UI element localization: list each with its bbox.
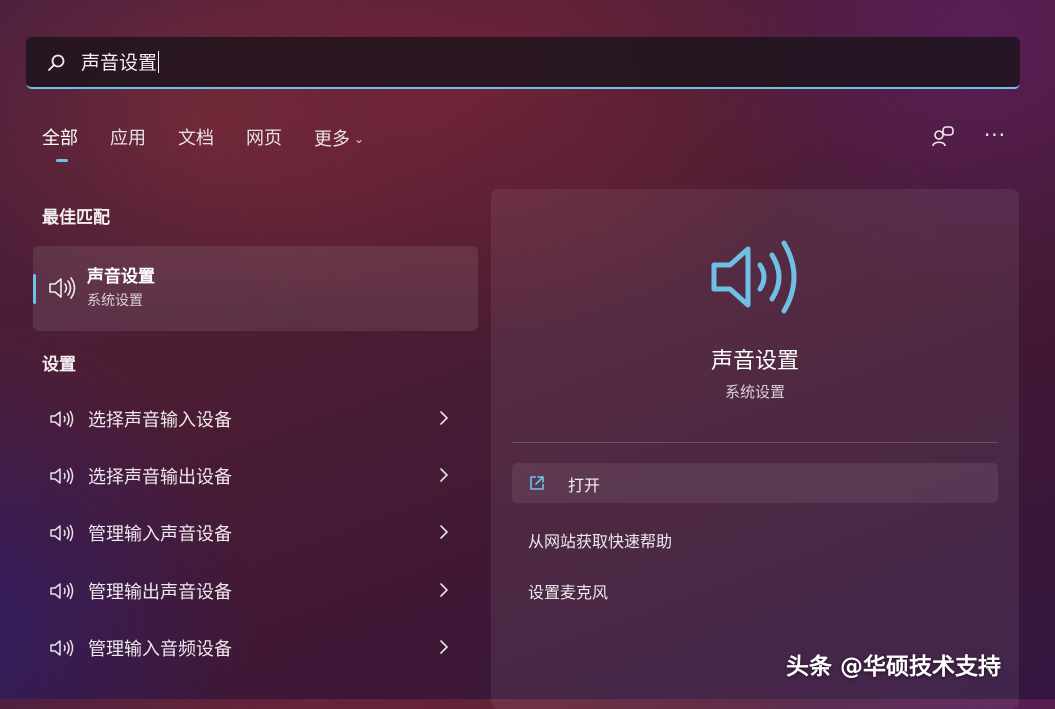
search-icon: [48, 54, 65, 71]
tab-more[interactable]: 更多 ⌄: [314, 124, 364, 155]
tab-more-label: 更多: [314, 129, 350, 150]
selection-indicator: [33, 274, 36, 304]
divider: [512, 442, 998, 443]
open-label: 打开: [568, 476, 601, 495]
chevron-right-icon: [440, 525, 449, 539]
best-match-title: 声音设置: [87, 267, 155, 287]
tab-all[interactable]: 全部: [42, 124, 78, 162]
filter-tabs: 全部 应用 文档 网页 更多 ⌄: [42, 124, 396, 162]
text-caret: [158, 51, 160, 73]
best-match-card[interactable]: 声音设置 系统设置: [33, 246, 478, 331]
detail-title: 声音设置: [710, 349, 799, 374]
detail-panel: 声音设置 系统设置 打开 从网站获取快速帮助 设置麦克风: [491, 189, 1019, 709]
search-box[interactable]: [26, 37, 1020, 89]
chevron-right-icon: [440, 411, 449, 425]
list-item-label: 管理输入声音设备: [88, 524, 232, 545]
best-match-heading: 最佳匹配: [42, 208, 110, 228]
open-external-icon: [530, 476, 544, 490]
list-item[interactable]: 管理输入音频设备: [33, 623, 478, 673]
list-item-label: 选择声音输入设备: [88, 410, 232, 431]
speaker-icon: [50, 524, 74, 542]
chevron-down-icon: ⌄: [354, 132, 365, 146]
speaker-icon: [49, 277, 76, 299]
list-item-label: 管理输入音频设备: [88, 639, 232, 660]
list-item-label: 选择声音输出设备: [88, 467, 232, 488]
setup-microphone-link[interactable]: 设置麦克风: [528, 579, 608, 603]
tab-web[interactable]: 网页: [246, 124, 282, 155]
get-help-link[interactable]: 从网站获取快速帮助: [528, 528, 672, 552]
speaker-icon: [50, 582, 74, 600]
list-item-label: 管理输出声音设备: [88, 582, 232, 603]
chevron-right-icon: [440, 583, 449, 597]
settings-heading: 设置: [42, 355, 76, 375]
search-query-text: 声音设置: [81, 52, 158, 74]
speaker-large-icon: [711, 240, 797, 314]
detail-subtitle: 系统设置: [724, 383, 785, 401]
search-input[interactable]: 声音设置: [81, 49, 160, 77]
list-item[interactable]: 管理输出声音设备: [33, 566, 478, 616]
more-options-icon[interactable]: ···: [982, 124, 1008, 150]
tab-apps[interactable]: 应用: [110, 124, 146, 155]
open-button[interactable]: 打开: [512, 463, 998, 503]
account-switch-icon[interactable]: [930, 124, 956, 150]
chevron-right-icon: [440, 640, 449, 654]
list-item[interactable]: 选择声音输出设备: [33, 451, 478, 501]
list-item[interactable]: 管理输入声音设备: [33, 508, 478, 558]
top-actions: ···: [930, 124, 1005, 150]
tab-documents[interactable]: 文档: [178, 124, 214, 155]
speaker-icon: [50, 639, 74, 657]
speaker-icon: [50, 410, 74, 428]
best-match-subtitle: 系统设置: [87, 293, 143, 309]
chevron-right-icon: [440, 468, 449, 482]
speaker-icon: [50, 467, 74, 485]
watermark: 头条 @华硕技术支持: [786, 654, 1002, 680]
list-item[interactable]: 选择声音输入设备: [33, 394, 478, 444]
